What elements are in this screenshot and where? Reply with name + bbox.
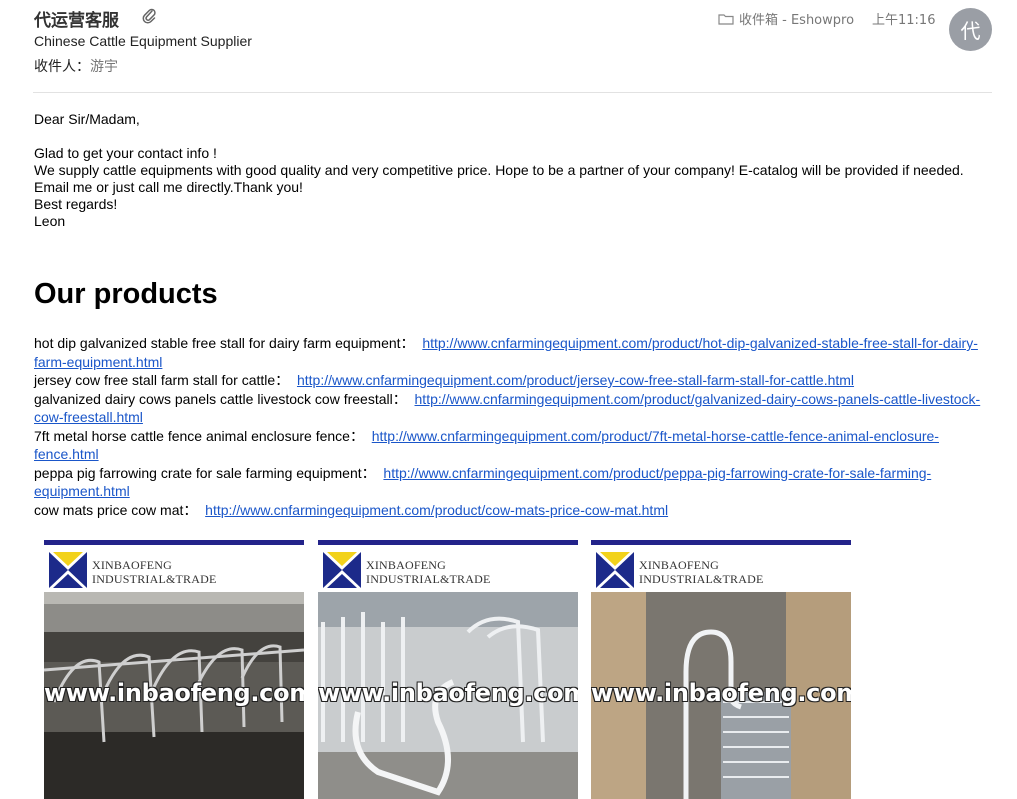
message-line: Best regards!	[34, 196, 118, 212]
product-images: XINBAOFENG INDUSTRIAL&TRADE www.inbaofen…	[0, 540, 1017, 799]
product-name: galvanized dairy cows panels cattle live…	[34, 390, 407, 407]
email-time: 上午11:16	[872, 13, 936, 28]
product-name: jersey cow free stall farm stall for cat…	[34, 372, 290, 388]
brand-name: XINBAOFENG	[639, 558, 719, 572]
recipient-name[interactable]: 游宇	[90, 59, 118, 75]
sender-name[interactable]: 代运营客服	[34, 6, 119, 31]
xinbaofeng-logo-icon	[49, 552, 87, 588]
product-name: 7ft metal horse cattle fence animal encl…	[34, 427, 364, 444]
product-name: hot dip galvanized stable free stall for…	[34, 335, 415, 351]
product-image-card[interactable]: XINBAOFENG INDUSTRIAL&TRADE www.inbaofen…	[591, 540, 851, 799]
xinbaofeng-logo-icon	[323, 552, 361, 588]
message-body: Dear Sir/Madam, Glad to get your contact…	[34, 111, 994, 230]
mailbox-location[interactable]: 收件箱 - Eshowpro	[718, 9, 854, 28]
message-line: Glad to get your contact info !	[34, 145, 217, 161]
product-item: jersey cow free stall farm stall for cat…	[34, 371, 996, 390]
product-item: cow mats price cow mat： http://www.cnfar…	[34, 501, 996, 520]
recipient-line: 收件人：游宇	[34, 56, 118, 76]
watermark: www.inbaofeng.com	[591, 679, 851, 707]
brand-subtitle: INDUSTRIAL&TRADE	[92, 572, 217, 586]
email-header: 代运营客服 Chinese Cattle Equipment Supplier …	[0, 0, 1017, 92]
greeting: Dear Sir/Madam,	[34, 111, 140, 127]
product-list: hot dip galvanized stable free stall for…	[34, 334, 996, 519]
product-link[interactable]: http://www.cnfarmingequipment.com/produc…	[205, 502, 668, 518]
product-image-card[interactable]: XINBAOFENG INDUSTRIAL&TRADE www.inbaofen…	[44, 540, 304, 799]
folder-icon	[718, 13, 734, 25]
product-link[interactable]: http://www.cnfarmingequipment.com/produc…	[297, 372, 854, 388]
folder-label: 收件箱 - Eshowpro	[739, 13, 855, 28]
message-line: We supply cattle equipments with good qu…	[34, 162, 964, 178]
brand-subtitle: INDUSTRIAL&TRADE	[639, 572, 764, 586]
brand-bar	[318, 540, 578, 545]
brand-subtitle: INDUSTRIAL&TRADE	[366, 572, 491, 586]
brand-bar	[44, 540, 304, 545]
paperclip-icon[interactable]	[141, 7, 157, 25]
product-name: peppa pig farrowing crate for sale farmi…	[34, 464, 376, 481]
header-divider	[33, 92, 992, 93]
xinbaofeng-logo-icon	[596, 552, 634, 588]
product-item: peppa pig farrowing crate for sale farmi…	[34, 464, 996, 501]
brand-name: XINBAOFENG	[92, 558, 172, 572]
product-item: hot dip galvanized stable free stall for…	[34, 334, 996, 371]
recipient-label: 收件人：	[34, 59, 90, 75]
email-subject: Chinese Cattle Equipment Supplier	[34, 33, 252, 49]
products-heading: Our products	[34, 278, 218, 310]
product-name: cow mats price cow mat：	[34, 501, 198, 518]
signature: Leon	[34, 213, 66, 229]
message-line: Email me or just call me directly.Thank …	[34, 179, 303, 195]
watermark: www.inbaofeng.com	[318, 679, 578, 707]
product-item: galvanized dairy cows panels cattle live…	[34, 390, 996, 427]
sender-avatar[interactable]: 代	[949, 8, 992, 51]
product-item: 7ft metal horse cattle fence animal encl…	[34, 427, 996, 464]
brand-name: XINBAOFENG	[366, 558, 446, 572]
watermark: www.inbaofeng.com	[44, 679, 304, 707]
brand-bar	[591, 540, 851, 545]
product-image-card[interactable]: XINBAOFENG INDUSTRIAL&TRADE www.inbaofen…	[318, 540, 578, 799]
